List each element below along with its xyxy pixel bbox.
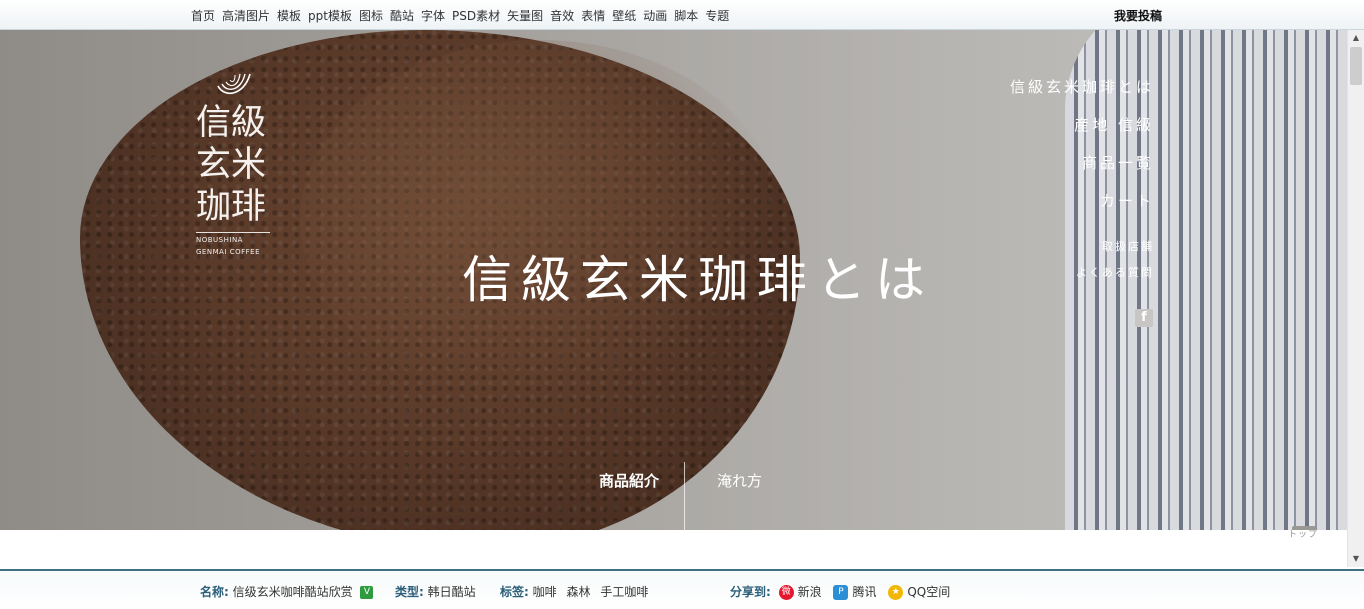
menu-item-about[interactable]: 信級玄米珈琲とは xyxy=(1010,68,1154,106)
share-qzone-label: QQ空间 xyxy=(907,585,951,599)
site-type-info: 类型: 韩日酷站 xyxy=(395,583,476,600)
top-nav: 首页 高清图片 模板 ppt模板 图标 酷站 字体 PSD素材 矢量图 音效 表… xyxy=(191,7,736,24)
nav-item-templates[interactable]: 模板 xyxy=(277,7,301,24)
nav-item-scripts[interactable]: 脚本 xyxy=(674,7,698,24)
share-qzone[interactable]: ★ QQ空间 xyxy=(888,585,951,600)
share-tencent-label: 腾讯 xyxy=(852,585,877,599)
submit-work-link[interactable]: 我要投稿 xyxy=(1114,7,1162,24)
tag-item[interactable]: 手工咖啡 xyxy=(600,585,648,599)
top-navigation-bar: 首页 高清图片 模板 ppt模板 图标 酷站 字体 PSD素材 矢量图 音效 表… xyxy=(0,0,1364,30)
coffee-highlight xyxy=(300,40,780,400)
tags-info: 标签: 咖啡 森林 手工咖啡 xyxy=(500,583,648,600)
nav-item-emoji[interactable]: 表情 xyxy=(581,7,605,24)
menu-item-cart[interactable]: カート xyxy=(1010,182,1154,220)
nav-item-cool-sites[interactable]: 酷站 xyxy=(390,7,414,24)
nav-item-home[interactable]: 首页 xyxy=(191,7,215,24)
nav-item-ppt-templates[interactable]: ppt模板 xyxy=(308,7,352,24)
scroll-up-arrow-icon[interactable]: ▲ xyxy=(1348,30,1364,46)
nav-item-psd[interactable]: PSD素材 xyxy=(452,7,500,24)
weibo-icon: 微 xyxy=(778,585,794,600)
menu-item-faq[interactable]: よくある質問 xyxy=(1010,260,1154,286)
tag-item[interactable]: 森林 xyxy=(566,585,590,599)
tab-brewing[interactable]: 淹れ方 xyxy=(684,462,794,530)
type-label: 类型: xyxy=(395,585,424,599)
facebook-icon[interactable]: f xyxy=(1135,309,1153,327)
nav-item-wallpaper[interactable]: 壁纸 xyxy=(612,7,636,24)
site-logo[interactable]: 信級 玄米 珈琲 NOBUSHINA GENMAI COFFEE xyxy=(196,68,276,257)
logo-divider xyxy=(196,232,270,233)
nav-item-fonts[interactable]: 字体 xyxy=(421,7,445,24)
hero-title: 信級玄米珈琲とは xyxy=(462,251,934,309)
nav-item-sound[interactable]: 音效 xyxy=(550,7,574,24)
share-weibo-label: 新浪 xyxy=(797,585,822,599)
scroll-down-arrow-icon[interactable]: ▼ xyxy=(1348,551,1364,567)
name-value[interactable]: 信级玄米咖啡酷站欣赏 xyxy=(233,585,353,599)
logo-swirl-icon xyxy=(217,73,251,95)
nav-item-topics[interactable]: 专题 xyxy=(705,7,729,24)
share-info: 分享到: 微新浪 P 腾讯 ★ QQ空间 xyxy=(730,583,950,600)
tab-product-intro[interactable]: 商品紹介 xyxy=(574,462,684,530)
nav-item-hd-images[interactable]: 高清图片 xyxy=(222,7,270,24)
verified-icon: V xyxy=(360,586,374,599)
menu-item-products[interactable]: 商品一覧 xyxy=(1010,144,1154,182)
logo-english-line-1: NOBUSHINA xyxy=(196,236,243,244)
submenu: 取扱店舗 よくある質問 xyxy=(1010,234,1154,286)
logo-line-3: 珈琲 xyxy=(196,187,267,227)
site-name-info: 名称: 信级玄米咖啡酷站欣赏 V xyxy=(200,583,374,600)
qzone-icon: ★ xyxy=(888,585,904,600)
to-top-label[interactable]: トップ xyxy=(1288,527,1318,540)
menu-item-origin[interactable]: 産地 信級 xyxy=(1010,106,1154,144)
tags-label: 标签: xyxy=(500,585,529,599)
logo-line-2: 玄米 xyxy=(196,145,267,185)
scrollbar-thumb[interactable] xyxy=(1350,47,1362,85)
tag-item[interactable]: 咖啡 xyxy=(533,585,557,599)
info-bar: 名称: 信级玄米咖啡酷站欣赏 V 类型: 韩日酷站 标签: 咖啡 森林 手工咖啡… xyxy=(0,569,1364,609)
share-label: 分享到: xyxy=(730,585,771,599)
nav-item-vectors[interactable]: 矢量图 xyxy=(507,7,543,24)
name-label: 名称: xyxy=(200,585,229,599)
logo-english-line-2: GENMAI COFFEE xyxy=(196,248,260,256)
type-value[interactable]: 韩日酷站 xyxy=(428,585,476,599)
logo-line-1: 信級 xyxy=(196,103,267,143)
hero-tabs: 商品紹介 淹れ方 xyxy=(574,462,794,530)
menu-item-stores[interactable]: 取扱店舗 xyxy=(1010,234,1154,260)
share-weibo[interactable]: 微新浪 xyxy=(778,585,822,600)
share-tencent[interactable]: P 腾讯 xyxy=(833,585,877,600)
vertical-scrollbar[interactable]: ▲ ▼ xyxy=(1347,30,1364,567)
hero-banner: 信級 玄米 珈琲 NOBUSHINA GENMAI COFFEE 信級玄米珈琲と… xyxy=(0,30,1347,530)
side-menu: 信級玄米珈琲とは 産地 信級 商品一覧 カート 取扱店舗 よくある質問 xyxy=(1010,68,1154,286)
nav-item-animation[interactable]: 动画 xyxy=(643,7,667,24)
tencent-icon: P xyxy=(833,585,849,600)
nav-item-icons[interactable]: 图标 xyxy=(359,7,383,24)
